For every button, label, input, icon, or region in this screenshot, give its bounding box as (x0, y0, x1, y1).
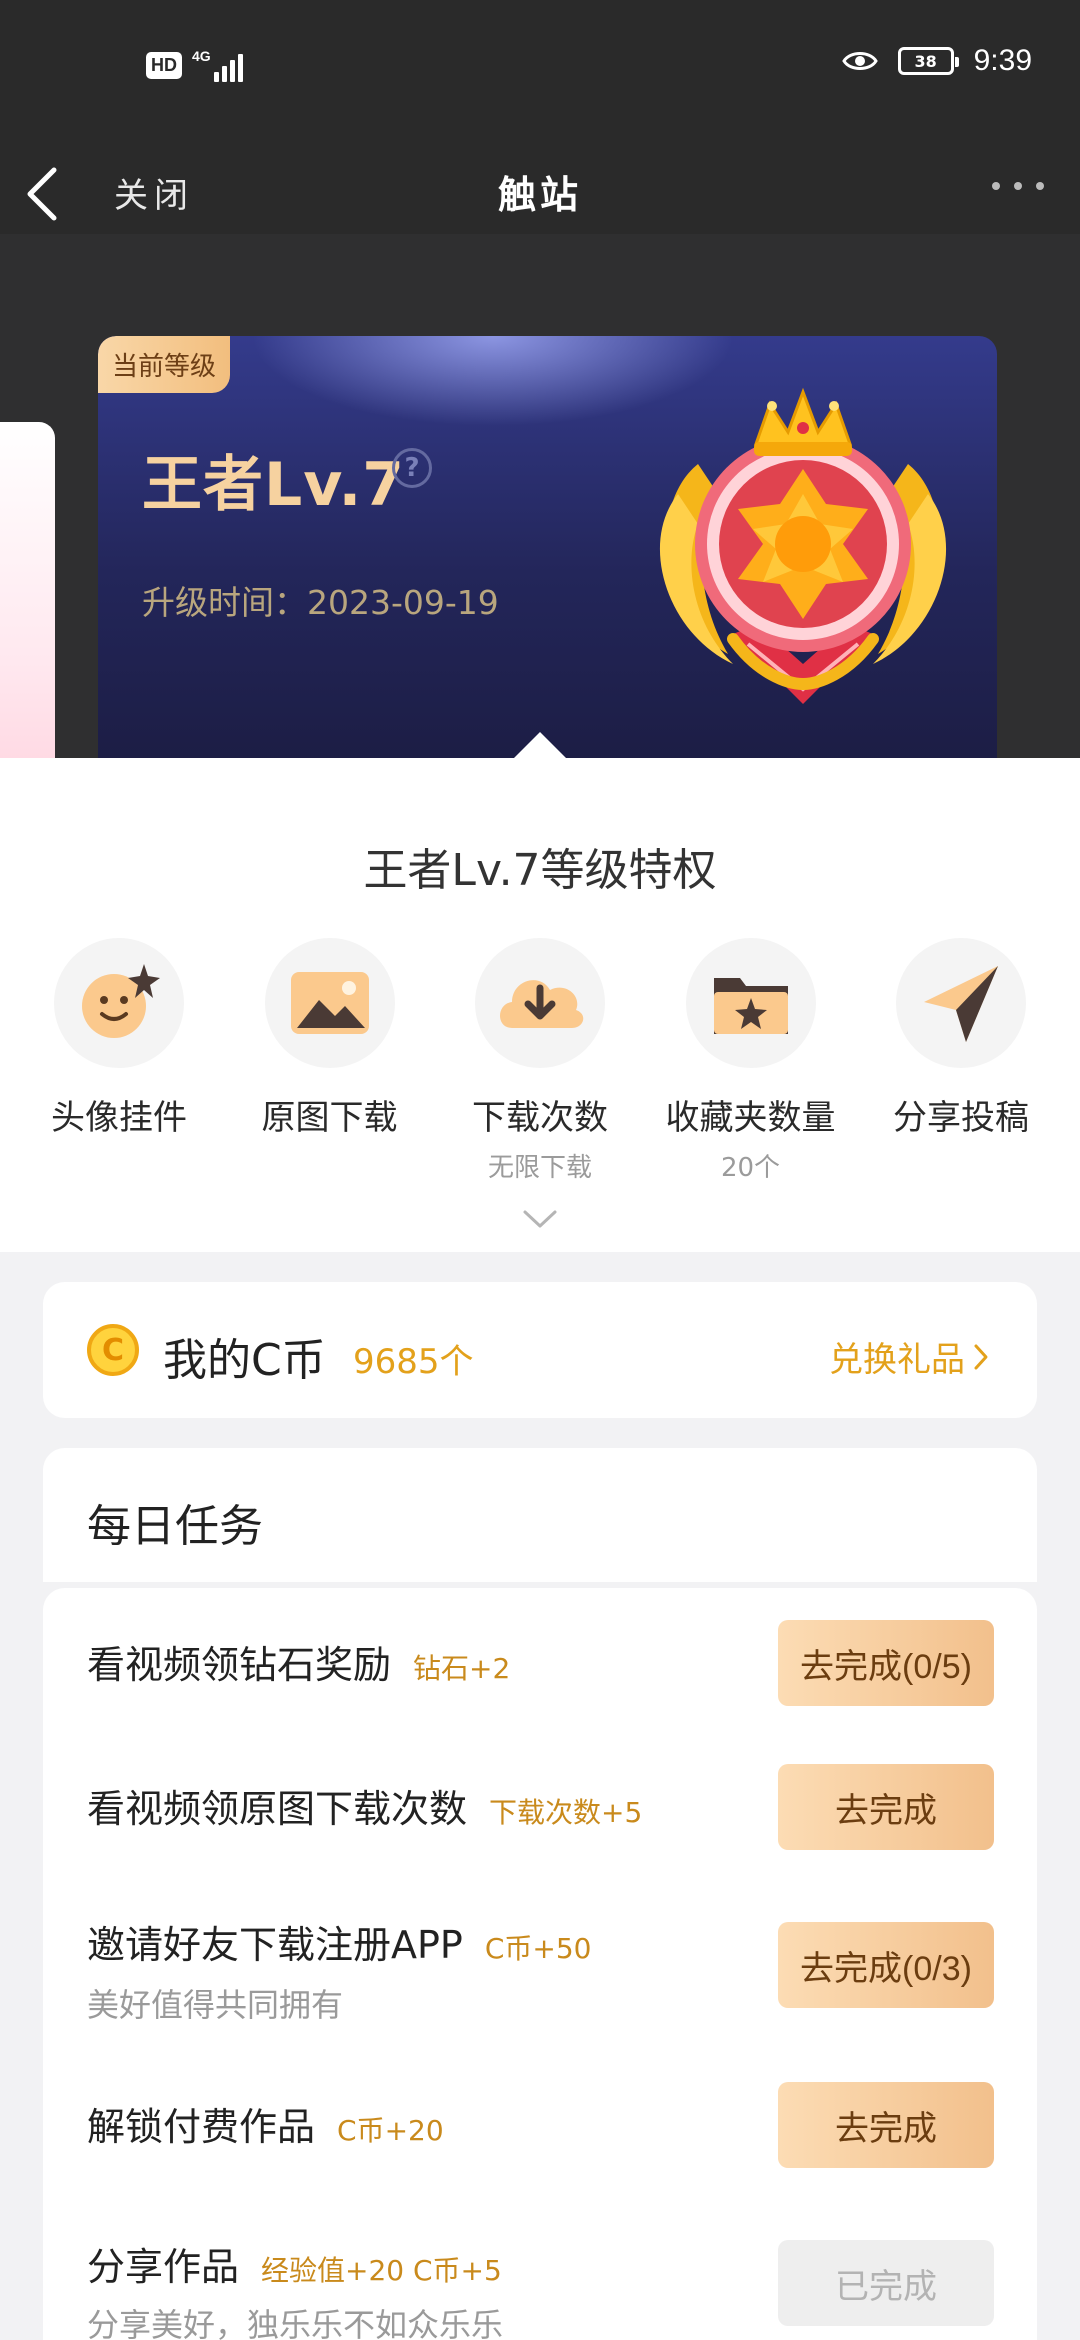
exchange-gifts-link[interactable]: 兑换礼品 (829, 1332, 989, 1381)
coins-count: 9685个 (353, 1342, 474, 1382)
privilege-icon-circle (475, 938, 605, 1068)
status-right: 38 9:39 (841, 44, 1032, 78)
page-title: 触站 (497, 173, 582, 217)
daily-tasks-header: 每日任务 (43, 1448, 1037, 1582)
privileges-list: 头像挂件 原图下载 下载次数 无限下载 收藏夹数量 20个 分享投稿 (24, 938, 1056, 1184)
task-title-text: 邀请好友下载注册APP (87, 1923, 463, 1967)
my-coins-card: C 我的C币 9685个 兑换礼品 (43, 1282, 1037, 1418)
privileges-section: 王者Lv.7等级特权 头像挂件 原图下载 下载次数 无限下载 收藏夹数量 20个… (0, 758, 1080, 1252)
chevron-right-icon (974, 1344, 988, 1369)
dot-icon (1036, 182, 1044, 190)
card-pointer (514, 732, 566, 758)
privilege-sublabel: 无限下载 (487, 1153, 592, 1183)
task-reward: C币+50 (484, 1932, 592, 1965)
task-go-button[interactable]: 去完成(0/5) (778, 1620, 994, 1706)
task-reward: 经验值+20 C币+5 (261, 2254, 502, 2287)
privilege-icon-circle (685, 938, 816, 1068)
clock: 9:39 (973, 44, 1032, 77)
favorites-folder-icon (713, 978, 788, 1034)
original-image-icon (290, 972, 369, 1034)
privilege-label: 下载次数 (472, 1098, 608, 1138)
signal-icon: 4G (192, 48, 243, 82)
task-title: 邀请好友下载注册APP C币+50 (87, 1914, 591, 1969)
privilege-download-count[interactable]: 下载次数 无限下载 (445, 938, 635, 1184)
chevron-down-icon[interactable] (522, 1208, 558, 1230)
privilege-icon-circle (264, 938, 395, 1068)
task-completed-button[interactable]: 已完成 (778, 2240, 994, 2326)
privilege-avatar-pendant[interactable]: 头像挂件 (24, 938, 214, 1184)
avatar-pendant-icon (82, 964, 160, 1038)
daily-tasks-title: 每日任务 (87, 1501, 263, 1552)
task-title-text: 看视频领原图下载次数 (87, 1787, 468, 1831)
task-title: 解锁付费作品 C币+20 (87, 2096, 444, 2151)
eye-icon (841, 52, 878, 70)
privilege-sublabel: 20个 (720, 1153, 781, 1183)
privilege-favorites[interactable]: 收藏夹数量 20个 (656, 938, 846, 1184)
battery-icon: 38 (897, 47, 959, 75)
level-name: 王者Lv.7 (142, 450, 405, 520)
task-reward: 钻石+2 (413, 1652, 511, 1685)
exchange-gifts-label: 兑换礼品 (829, 1340, 965, 1380)
privilege-label: 原图下载 (261, 1098, 398, 1138)
status-indicators: HD 4G (146, 48, 243, 82)
hd-badge: HD (146, 51, 182, 79)
share-plane-icon (924, 966, 998, 1042)
previous-level-card[interactable] (0, 422, 55, 758)
dot-icon (992, 182, 1000, 190)
daily-tasks-list: 看视频领钻石奖励 钻石+2 去完成(0/5) 看视频领原图下载次数 下载次数+5 去… (43, 1588, 1037, 2340)
help-icon[interactable]: ? (392, 448, 432, 488)
level-hero: 当前等级 王者Lv.7 ? 升级时间：2023-09-19 (0, 234, 1080, 758)
privilege-label: 头像挂件 (51, 1098, 187, 1138)
task-title: 看视频领钻石奖励 钻石+2 (87, 1634, 510, 1689)
coins-label: 我的C币 (163, 1335, 326, 1386)
privilege-icon-circle (54, 938, 184, 1068)
more-options-button[interactable] (992, 174, 1044, 198)
privilege-icon-circle (896, 938, 1026, 1068)
task-reward: 下载次数+5 (489, 1796, 643, 1829)
battery-level: 38 (914, 51, 937, 71)
task-title-text: 看视频领钻石奖励 (87, 1643, 392, 1687)
task-go-button[interactable]: 去完成(0/3) (778, 1922, 994, 2008)
coin-icon: C (87, 1324, 139, 1376)
app-bar: 关闭 触站 (0, 134, 1080, 234)
current-level-card[interactable]: 当前等级 王者Lv.7 ? 升级时间：2023-09-19 (98, 336, 997, 758)
privilege-label: 分享投稿 (893, 1098, 1029, 1138)
current-level-tag: 当前等级 (98, 336, 231, 393)
dot-icon (1014, 182, 1022, 190)
privilege-original-download[interactable]: 原图下载 (235, 938, 425, 1184)
privilege-label: 收藏夹数量 (665, 1098, 836, 1138)
task-description: 美好值得共同拥有 (87, 1986, 344, 2024)
download-cloud-icon (500, 980, 584, 1028)
task-reward: C币+20 (337, 2114, 444, 2147)
task-description: 分享美好，独乐乐不如众乐乐 (87, 2306, 504, 2340)
network-type: 4G (192, 48, 211, 64)
task-go-button[interactable]: 去完成 (778, 2082, 994, 2168)
task-go-button[interactable]: 去完成 (778, 1764, 994, 1850)
task-title-text: 解锁付费作品 (87, 2105, 316, 2149)
king-level-badge-icon (659, 387, 947, 704)
task-title-text: 分享作品 (87, 2245, 240, 2289)
task-title: 分享作品 经验值+20 C币+5 (87, 2236, 502, 2291)
privileges-title: 王者Lv.7等级特权 (363, 845, 717, 896)
privilege-share-submit[interactable]: 分享投稿 (866, 938, 1056, 1184)
upgrade-time: 升级时间：2023-09-19 (142, 583, 499, 622)
task-title: 看视频领原图下载次数 下载次数+5 (87, 1778, 642, 1833)
status-bar: HD 4G 38 9:39 (0, 0, 1080, 134)
